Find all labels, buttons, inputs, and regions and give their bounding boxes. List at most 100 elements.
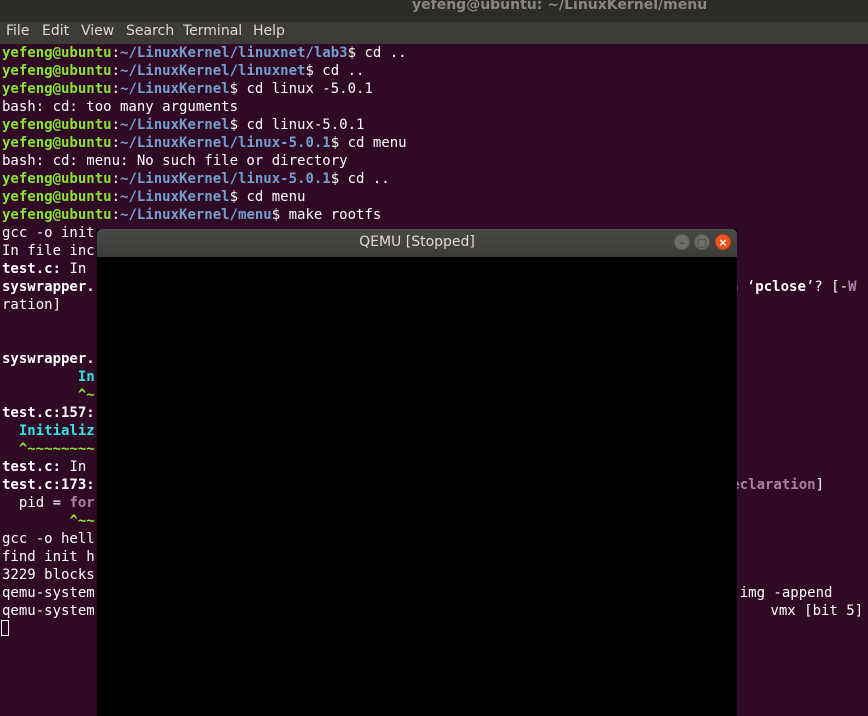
prompt-separator: : — [111, 63, 121, 79]
prompt-user: yefeng@ubuntu — [2, 63, 112, 79]
line-text: 3229 blocks — [2, 567, 95, 583]
fragment-after: ] — [815, 477, 825, 493]
prompt-separator: : — [111, 45, 121, 61]
line-note: In — [77, 369, 95, 385]
terminal-line: test.c:173: — [2, 476, 95, 494]
close-button[interactable]: × — [715, 234, 731, 250]
terminal-line: yefeng@ubuntu:~/LinuxKernel$ cd menu — [2, 188, 305, 206]
terminal-line: yefeng@ubuntu:~/LinuxKernel$ cd linux-5.… — [2, 116, 364, 134]
prompt-command: $ cd .. — [330, 171, 390, 187]
minimize-button[interactable]: – — [674, 234, 690, 250]
line-text: qemu-system — [2, 603, 95, 619]
line-text: gcc -o init — [2, 225, 95, 241]
terminal-line: yefeng@ubuntu:~/LinuxKernel/linuxnet/lab… — [2, 44, 407, 62]
fragment-bold: pclose — [755, 279, 806, 295]
qemu-display[interactable] — [97, 257, 737, 716]
line-text: bash: cd: too many arguments — [2, 99, 239, 115]
terminal-line: ^~~~~~~~~ — [2, 440, 95, 458]
qemu-window[interactable]: QEMU [Stopped] – ▢ × — [97, 229, 737, 716]
prompt-user: yefeng@ubuntu — [2, 81, 112, 97]
line-text: bash: cd: menu: No such file or director… — [2, 153, 348, 169]
prompt-path: ~/LinuxKernel/linuxnet/lab3 — [120, 45, 348, 61]
terminal-line: find init h — [2, 548, 95, 566]
line-file-ref: test.c:173: — [2, 477, 95, 493]
terminal-line: ^~ — [2, 386, 95, 404]
terminal-line: bash: cd: too many arguments — [2, 98, 238, 116]
prompt-path: ~/LinuxKernel/linux-5.0.1 — [120, 171, 331, 187]
fragment-warning: W — [848, 279, 857, 295]
terminal-line: Initializ — [2, 422, 95, 440]
menu-view[interactable]: View — [81, 23, 114, 39]
terminal-line: bash: cd: menu: No such file or director… — [2, 152, 348, 170]
line-highlight: for — [69, 495, 95, 511]
prompt-command: $ cd .. — [305, 63, 365, 79]
prompt-user: yefeng@ubuntu — [2, 117, 112, 133]
window-titlebar: yefeng@ubuntu: ~/LinuxKernel/menu — [0, 0, 868, 22]
prompt-command: $ make rootfs — [271, 207, 382, 223]
prompt-path: ~/LinuxKernel/menu — [120, 207, 272, 223]
window-title: yefeng@ubuntu: ~/LinuxKernel/menu — [412, 0, 708, 13]
line-note: Initializ — [18, 423, 95, 439]
line-file-ref: test.c:157: — [2, 405, 95, 421]
terminal-line: In file inc — [2, 242, 95, 260]
terminal-cursor — [1, 620, 9, 636]
terminal-line: syswrapper. — [2, 278, 95, 296]
maximize-button[interactable]: ▢ — [694, 234, 710, 250]
menu-bar: File Edit View Search Terminal Help — [0, 22, 868, 44]
prompt-user: yefeng@ubuntu — [2, 135, 112, 151]
terminal-line: yefeng@ubuntu:~/LinuxKernel/linux-5.0.1$… — [2, 134, 407, 152]
menu-edit[interactable]: Edit — [42, 23, 69, 39]
menu-file[interactable]: File — [6, 23, 29, 39]
terminal-line-fragment: n ‘pclose’? [-W — [730, 278, 856, 296]
prompt-command: $ cd linux -5.0.1 — [229, 81, 373, 97]
terminal-line: test.c: In — [2, 458, 86, 476]
terminal-line: gcc -o hell — [2, 530, 95, 548]
line-text: gcc -o hell — [2, 531, 95, 547]
line-text: In file inc — [2, 243, 95, 259]
prompt-path: ~/LinuxKernel — [120, 117, 230, 133]
prompt-user: yefeng@ubuntu — [2, 45, 112, 61]
terminal-line: yefeng@ubuntu:~/LinuxKernel/linuxnet$ cd… — [2, 62, 364, 80]
prompt-path: ~/LinuxKernel — [120, 81, 230, 97]
prompt-separator: : — [111, 135, 121, 151]
qemu-titlebar[interactable]: QEMU [Stopped] – ▢ × — [97, 229, 737, 257]
prompt-separator: : — [111, 189, 121, 205]
prompt-path: ~/LinuxKernel/linuxnet — [120, 63, 306, 79]
menu-help[interactable]: Help — [253, 23, 285, 39]
terminal-line-fragment: vmx [bit 5] — [762, 602, 863, 620]
terminal-line: test.c:157: — [2, 404, 95, 422]
prompt-command: $ cd .. — [347, 45, 407, 61]
prompt-path: ~/LinuxKernel — [120, 189, 230, 205]
line-file-ref: syswrapper. — [2, 279, 95, 295]
terminal-line: 3229 blocks — [2, 566, 95, 584]
prompt-command: $ cd menu — [229, 189, 306, 205]
terminal-line: qemu-system — [2, 584, 95, 602]
prompt-separator: : — [111, 207, 121, 223]
line-text: ration] — [2, 297, 62, 313]
line-caret: ^~~~~~~~~ — [18, 441, 95, 457]
prompt-path: ~/LinuxKernel/linux-5.0.1 — [120, 135, 331, 151]
line-text: In — [61, 459, 87, 475]
terminal-line: yefeng@ubuntu:~/LinuxKernel/linux-5.0.1$… — [2, 170, 390, 188]
prompt-separator: : — [111, 81, 121, 97]
menu-terminal[interactable]: Terminal — [183, 23, 242, 39]
line-caret: ^~ — [77, 387, 95, 403]
terminal-line: ration] — [2, 296, 61, 314]
line-text: qemu-system — [2, 585, 95, 601]
prompt-separator: : — [111, 117, 121, 133]
terminal-line: test.c: In — [2, 260, 86, 278]
menu-search[interactable]: Search — [126, 23, 174, 39]
terminal-line: ^~~ — [2, 512, 94, 530]
line-text: In — [61, 261, 87, 277]
line-file-ref: test.c: — [2, 261, 62, 277]
terminal-line: yefeng@ubuntu:~/LinuxKernel$ cd linux -5… — [2, 80, 373, 98]
terminal-line: syswrapper. — [2, 350, 95, 368]
line-text: pid = — [2, 495, 70, 511]
line-file-ref: test.c: — [2, 459, 62, 475]
prompt-user: yefeng@ubuntu — [2, 189, 112, 205]
terminal-line: In — [2, 368, 95, 386]
terminal-line: gcc -o init — [2, 224, 95, 242]
